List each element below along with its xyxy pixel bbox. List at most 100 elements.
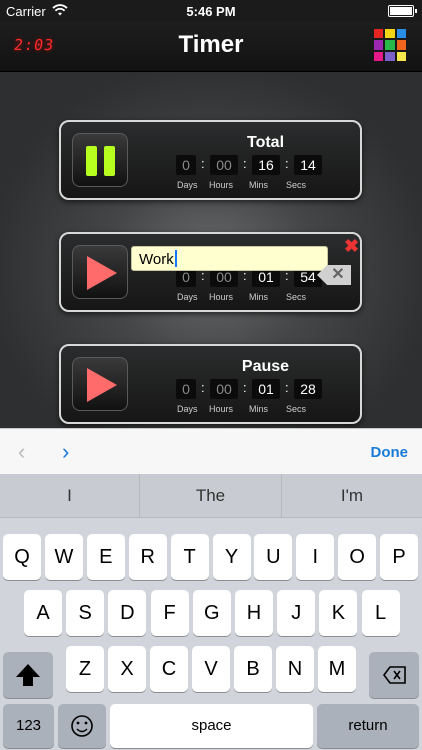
pause-icon xyxy=(86,146,115,176)
done-button[interactable]: Done xyxy=(371,444,409,461)
key-d[interactable]: D xyxy=(108,590,147,636)
shift-key[interactable] xyxy=(3,652,53,698)
status-time: 5:46 PM xyxy=(186,4,236,19)
hours-label: Hours xyxy=(209,292,234,302)
days-label: Days xyxy=(177,180,198,190)
secs-label: Secs xyxy=(286,180,307,190)
hours-label: Hours xyxy=(209,180,234,190)
grid-cell xyxy=(396,51,406,61)
days-value: 0 xyxy=(176,155,196,175)
battery-icon xyxy=(388,5,417,17)
key-o[interactable]: O xyxy=(338,534,377,580)
mins-label: Mins xyxy=(249,292,269,302)
text-caret xyxy=(174,250,177,267)
key-n[interactable]: N xyxy=(276,646,314,692)
key-l[interactable]: L xyxy=(361,590,400,636)
chevron-left-icon[interactable]: ‹ xyxy=(18,439,25,465)
key-u[interactable]: U xyxy=(254,534,293,580)
suggestion-item[interactable]: I'm xyxy=(282,474,422,518)
secs-label: Secs xyxy=(286,404,307,414)
page-title: Timer xyxy=(178,31,244,58)
timer-card-pause[interactable]: Pause 0 : 00 : 01 : 28 Days Hours Mins S… xyxy=(59,344,362,424)
key-q[interactable]: Q xyxy=(3,534,41,580)
colon: : xyxy=(201,156,205,171)
time-display: 0 : 00 : 16 : 14 xyxy=(174,155,322,175)
timer-card-work[interactable]: 0 : 00 : 01 : 54 Days Hours Mins Secs Wo… xyxy=(59,232,362,312)
time-display: 0 : 00 : 01 : 28 xyxy=(174,379,322,399)
grid-cell xyxy=(385,40,395,50)
key-w[interactable]: W xyxy=(44,534,83,580)
suggestion-item[interactable]: I xyxy=(0,474,140,518)
play-icon xyxy=(87,256,117,290)
shift-icon xyxy=(16,664,40,686)
key-y[interactable]: Y xyxy=(212,534,251,580)
key-j[interactable]: J xyxy=(277,590,316,636)
days-label: Days xyxy=(177,292,198,302)
key-p[interactable]: P xyxy=(380,534,419,580)
keyboard-accessory-bar: ‹ › Done xyxy=(0,428,422,474)
numbers-key[interactable]: 123 xyxy=(3,704,54,748)
space-key[interactable]: space xyxy=(110,704,313,748)
colon: : xyxy=(285,156,289,171)
return-key[interactable]: return xyxy=(317,704,419,748)
grid-cell xyxy=(396,40,406,50)
backspace-key[interactable] xyxy=(369,652,419,698)
key-k[interactable]: K xyxy=(319,590,358,636)
key-c[interactable]: C xyxy=(150,646,188,692)
pause-button[interactable] xyxy=(72,133,128,187)
colon: : xyxy=(243,380,247,395)
keyboard: I The I'm QWERTYUIOPASDFGHJKLZXCVBNM 123… xyxy=(0,474,422,750)
navigation-bar: 2:03 Timer xyxy=(0,22,422,72)
chevron-right-icon[interactable]: › xyxy=(62,439,69,465)
key-e[interactable]: E xyxy=(86,534,125,580)
unit-labels: Days Hours Mins Secs xyxy=(171,292,331,304)
secs-label: Secs xyxy=(286,292,307,302)
hours-value: 00 xyxy=(210,379,238,399)
key-s[interactable]: S xyxy=(66,590,105,636)
grid-cell xyxy=(396,29,406,39)
key-i[interactable]: I xyxy=(296,534,335,580)
hours-label: Hours xyxy=(209,404,234,414)
play-button[interactable] xyxy=(72,357,128,411)
grid-cell xyxy=(374,51,384,61)
timer-name-input[interactable]: Work xyxy=(131,246,328,271)
grid-cell xyxy=(385,51,395,61)
status-bar: Carrier 5:46 PM xyxy=(0,0,422,22)
hours-value: 00 xyxy=(210,155,238,175)
grid-cell xyxy=(385,29,395,39)
emoji-icon xyxy=(71,715,93,737)
secs-value: 14 xyxy=(294,155,322,175)
timer-name: Total xyxy=(246,134,285,151)
key-v[interactable]: V xyxy=(192,646,230,692)
color-grid-icon[interactable] xyxy=(374,29,406,61)
key-b[interactable]: B xyxy=(234,646,272,692)
backspace-icon xyxy=(383,666,406,684)
key-x[interactable]: X xyxy=(108,646,146,692)
close-icon[interactable]: ✖ xyxy=(344,236,359,257)
key-f[interactable]: F xyxy=(150,590,189,636)
mins-value: 01 xyxy=(252,379,280,399)
emoji-key[interactable] xyxy=(58,704,106,748)
grid-cell xyxy=(374,40,384,50)
suggestion-item[interactable]: The xyxy=(140,474,282,518)
key-m[interactable]: M xyxy=(318,646,356,692)
key-a[interactable]: A xyxy=(24,590,62,636)
unit-labels: Days Hours Mins Secs xyxy=(171,180,331,192)
key-g[interactable]: G xyxy=(192,590,231,636)
mins-label: Mins xyxy=(249,404,269,414)
timer-card-total[interactable]: Total 0 : 00 : 16 : 14 Days Hours Mins S… xyxy=(59,120,362,200)
key-r[interactable]: R xyxy=(128,534,167,580)
colon: : xyxy=(243,156,247,171)
timer-name-input-value: Work xyxy=(139,251,174,268)
key-h[interactable]: H xyxy=(235,590,273,636)
key-t[interactable]: T xyxy=(170,534,209,580)
play-icon xyxy=(87,368,117,402)
predictive-bar: I The I'm xyxy=(0,474,422,518)
key-z[interactable]: Z xyxy=(66,646,104,692)
timer-name: Pause xyxy=(241,358,290,375)
days-label: Days xyxy=(177,404,198,414)
play-button[interactable] xyxy=(72,245,128,299)
mins-label: Mins xyxy=(249,180,269,190)
colon: : xyxy=(201,380,205,395)
grid-cell xyxy=(374,29,384,39)
